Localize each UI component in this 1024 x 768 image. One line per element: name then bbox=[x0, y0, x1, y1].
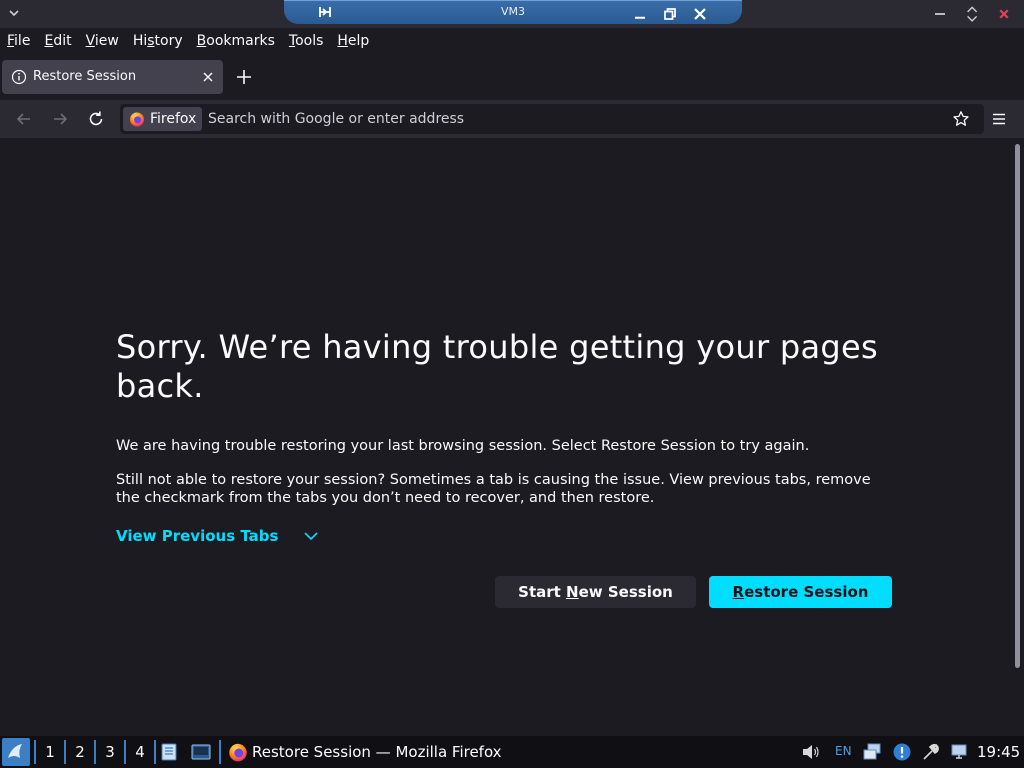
menu-item-view[interactable]: View bbox=[86, 33, 119, 49]
menu-item-tools[interactable]: Tools bbox=[289, 33, 324, 49]
workspace-3-button[interactable]: 3 bbox=[96, 736, 124, 768]
bookmark-star-icon[interactable] bbox=[952, 110, 970, 128]
clock: 19:45 bbox=[977, 743, 1021, 761]
start-menu-button[interactable] bbox=[2, 738, 30, 766]
chevron-down-icon bbox=[304, 532, 319, 541]
reload-icon[interactable] bbox=[86, 109, 106, 129]
menu-item-file[interactable]: File bbox=[7, 33, 30, 49]
hamburger-menu-icon[interactable] bbox=[990, 110, 1008, 128]
restore-session-label: Restore Session bbox=[732, 583, 869, 601]
volume-icon[interactable] bbox=[800, 742, 822, 762]
close-icon[interactable] bbox=[994, 4, 1014, 24]
view-previous-tabs-toggle[interactable]: View Previous Tabs bbox=[116, 527, 320, 545]
keyboard-layout-indicator[interactable]: EN bbox=[835, 744, 852, 758]
view-previous-tabs-label: View Previous Tabs bbox=[116, 527, 279, 545]
restore-session-button[interactable]: Restore Session bbox=[709, 576, 892, 608]
terminal-launcher-icon[interactable] bbox=[191, 742, 211, 762]
workspace-2-button[interactable]: 2 bbox=[66, 736, 94, 768]
back-icon[interactable] bbox=[14, 109, 34, 129]
window-titlebar: VM3 bbox=[0, 0, 1024, 28]
minimize-icon[interactable] bbox=[930, 4, 950, 24]
notification-icon[interactable] bbox=[891, 742, 913, 762]
identity-box[interactable]: Firefox bbox=[123, 107, 202, 131]
taskbar-task-firefox[interactable]: Restore Session — Mozilla Firefox bbox=[224, 736, 514, 768]
menu-item-edit[interactable]: Edit bbox=[44, 33, 71, 49]
menu-item-help[interactable]: Help bbox=[337, 33, 369, 49]
display-icon[interactable] bbox=[948, 742, 970, 762]
description-text: We are having trouble restoring your las… bbox=[116, 438, 810, 454]
start-menu-icon bbox=[8, 744, 22, 758]
screen: VM3 File Edit View History Bookmarks Tools Hel… bbox=[0, 0, 1024, 768]
page-title: Sorry. We’re having trouble getting your… bbox=[116, 328, 878, 405]
workspace-4-button[interactable]: 4 bbox=[126, 736, 154, 768]
task-label: Restore Session — Mozilla Firefox bbox=[252, 743, 502, 761]
scrollbar[interactable] bbox=[1014, 138, 1024, 736]
scrollbar-thumb[interactable] bbox=[1015, 144, 1020, 668]
vm-title-tab: VM3 bbox=[284, 0, 742, 24]
vm-close-icon[interactable] bbox=[690, 4, 710, 24]
url-bar[interactable]: Firefox bbox=[120, 104, 984, 134]
network-icon[interactable] bbox=[862, 742, 884, 762]
new-tab-icon[interactable] bbox=[235, 68, 253, 86]
menu-item-history[interactable]: History bbox=[133, 33, 183, 49]
taskbar-separator bbox=[219, 740, 221, 764]
tab-restore-session[interactable]: Restore Session bbox=[2, 60, 223, 94]
forward-icon[interactable] bbox=[50, 109, 70, 129]
identity-label: Firefox bbox=[150, 111, 197, 127]
taskbar-separator bbox=[154, 740, 156, 764]
firefox-task-icon bbox=[229, 743, 247, 762]
info-icon bbox=[11, 69, 27, 85]
start-new-session-label: Start New Session bbox=[518, 583, 673, 601]
vm-restore-icon[interactable] bbox=[660, 4, 680, 24]
menu-item-bookmarks[interactable]: Bookmarks bbox=[197, 33, 275, 49]
tab-bar: Restore Session bbox=[0, 54, 1024, 100]
maximize-icon[interactable] bbox=[962, 4, 982, 24]
help-text: Still not able to restore your session? … bbox=[116, 472, 871, 506]
tools-icon[interactable] bbox=[920, 742, 942, 762]
start-new-session-button[interactable]: Start New Session bbox=[495, 576, 696, 608]
vm-minimize-icon[interactable] bbox=[630, 4, 650, 24]
taskbar: 1 2 3 4 Restore Session — Mozilla Firefo… bbox=[0, 736, 1024, 768]
address-input[interactable] bbox=[208, 107, 928, 131]
page-content: Sorry. We’re having trouble getting your… bbox=[0, 138, 1014, 736]
workspace-1-button[interactable]: 1 bbox=[36, 736, 64, 768]
navigation-bar: Firefox bbox=[0, 100, 1024, 138]
menu-bar: File Edit View History Bookmarks Tools Help bbox=[0, 28, 1024, 54]
tab-title: Restore Session bbox=[33, 69, 137, 84]
tab-close-icon[interactable] bbox=[201, 70, 215, 84]
file-manager-launcher-icon[interactable] bbox=[159, 742, 179, 762]
firefox-logo-icon bbox=[130, 112, 144, 127]
window-menu-chevron-icon[interactable] bbox=[7, 6, 21, 20]
